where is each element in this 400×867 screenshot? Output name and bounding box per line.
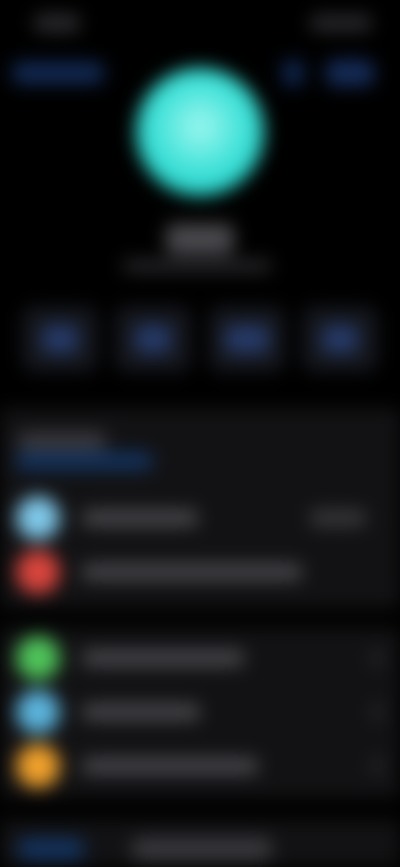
phone-icon[interactable] bbox=[282, 60, 304, 86]
list-item[interactable] bbox=[0, 744, 400, 796]
chevron-right-icon bbox=[372, 650, 382, 666]
video-icon bbox=[224, 325, 269, 353]
section-header bbox=[18, 432, 106, 450]
chevron-right-icon bbox=[372, 704, 382, 720]
option-row-icon bbox=[16, 744, 60, 788]
list-item[interactable] bbox=[0, 690, 400, 742]
chevron-right-icon bbox=[372, 758, 382, 774]
status-bar bbox=[0, 14, 400, 34]
option-row-icon bbox=[16, 636, 60, 680]
phone-icon bbox=[135, 325, 172, 353]
edit-button[interactable] bbox=[326, 60, 374, 86]
option-row-icon bbox=[16, 690, 60, 734]
message-icon bbox=[42, 325, 78, 353]
mail-icon bbox=[321, 325, 358, 353]
status-icons bbox=[310, 15, 372, 31]
list-item-badge bbox=[310, 510, 366, 526]
contact-name bbox=[166, 224, 234, 254]
action-message-button[interactable] bbox=[22, 306, 98, 372]
action-row bbox=[22, 306, 378, 372]
list-item-label bbox=[82, 510, 198, 526]
avatar[interactable] bbox=[136, 68, 264, 196]
contact-subtitle bbox=[122, 260, 272, 272]
list-item[interactable] bbox=[0, 550, 400, 602]
bottom-action-button[interactable] bbox=[18, 838, 84, 860]
section-link[interactable] bbox=[16, 452, 152, 470]
list-item[interactable] bbox=[0, 496, 400, 548]
bottom-label bbox=[132, 838, 272, 860]
back-button[interactable] bbox=[12, 62, 104, 84]
contact-row-icon bbox=[16, 496, 60, 540]
bottom-section bbox=[0, 820, 400, 867]
list-item[interactable] bbox=[0, 636, 400, 688]
contact-row-icon bbox=[16, 550, 60, 594]
screen bbox=[0, 0, 400, 867]
action-video-button[interactable] bbox=[208, 306, 285, 372]
list-item-label bbox=[82, 704, 200, 720]
list-item-label bbox=[82, 564, 302, 580]
action-mail-button[interactable] bbox=[301, 306, 378, 372]
list-item-label bbox=[82, 650, 244, 666]
status-time bbox=[34, 14, 80, 32]
list-item-label bbox=[82, 758, 258, 774]
action-call-button[interactable] bbox=[115, 306, 192, 372]
